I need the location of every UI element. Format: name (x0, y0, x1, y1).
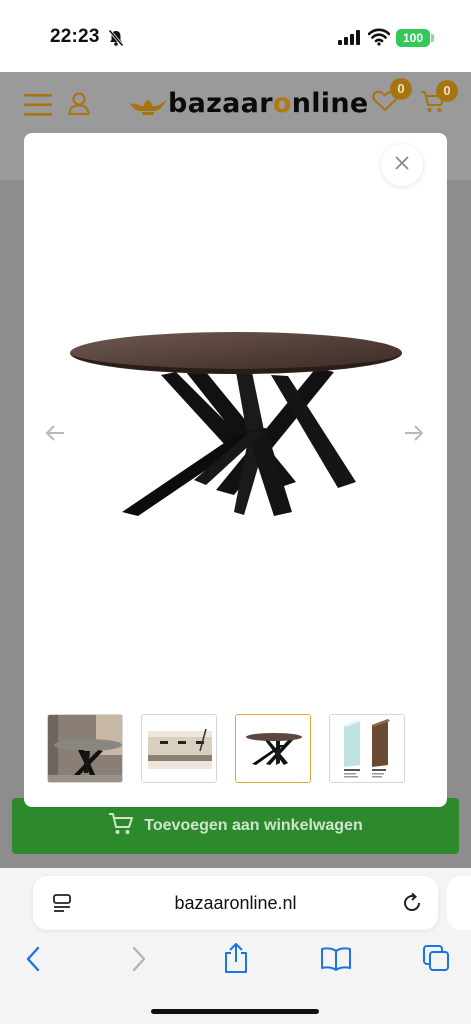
thumbnail-2[interactable] (141, 714, 217, 783)
close-icon (394, 155, 410, 176)
reload-icon[interactable] (401, 892, 423, 919)
close-button[interactable] (381, 144, 423, 186)
cart-icon (108, 812, 134, 841)
cart-count-badge: 0 (436, 80, 458, 102)
bell-slash-icon (108, 29, 124, 52)
previous-image-arrow-icon[interactable] (44, 422, 66, 449)
tabs-icon[interactable] (422, 944, 450, 977)
wifi-icon (367, 28, 391, 51)
bookmarks-icon[interactable] (320, 946, 352, 977)
next-image-arrow-icon[interactable] (403, 422, 425, 449)
add-to-cart-label: Toevoegen aan winkelwagen (144, 817, 363, 834)
thumbnail-4[interactable] (329, 714, 405, 783)
lamp-icon (130, 99, 166, 115)
logo-text: bazaaronline (168, 88, 368, 119)
battery-icon: 100 (396, 29, 430, 47)
logo-text-accent: o (272, 88, 292, 119)
status-bar: 22:23 100 (0, 0, 471, 72)
logo-text-prefix: bazaar (168, 88, 273, 119)
url-text: bazaaronline.nl (174, 893, 297, 913)
logo-text-suffix: nline (291, 88, 369, 119)
product-image-table (66, 320, 406, 530)
address-bar[interactable]: bazaaronline.nl (33, 876, 438, 930)
status-time: 22:23 (50, 26, 100, 47)
wishlist-count-badge: 0 (390, 78, 412, 100)
home-indicator (151, 1009, 319, 1014)
menu-icon[interactable] (24, 94, 52, 121)
thumbnail-3-active[interactable] (235, 714, 311, 783)
user-icon[interactable] (68, 92, 90, 121)
battery-cap (431, 34, 434, 42)
share-icon[interactable] (222, 942, 250, 979)
signal-icon (338, 30, 362, 50)
back-icon[interactable] (24, 946, 44, 977)
logo[interactable]: bazaaronline (128, 88, 368, 119)
next-tab-preview[interactable] (447, 876, 471, 930)
forward-icon[interactable] (128, 946, 148, 977)
page-menu-icon[interactable] (52, 893, 72, 918)
thumbnail-1[interactable] (47, 714, 123, 783)
